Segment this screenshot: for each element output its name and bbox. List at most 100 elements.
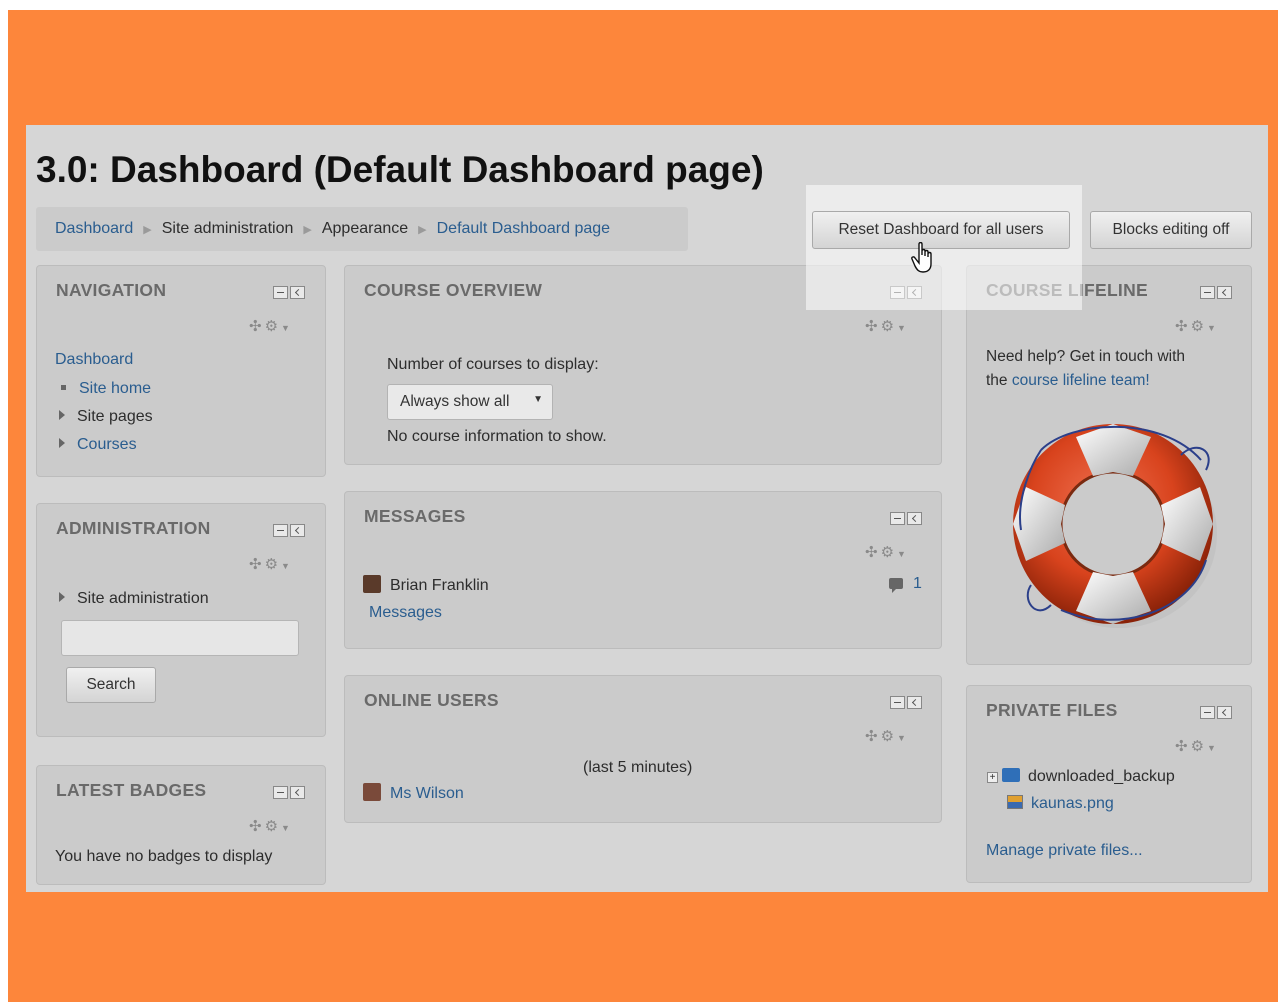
gear-icon[interactable]: ⚙▼ — [1191, 318, 1216, 335]
breadcrumb-separator-icon: ▶ — [303, 223, 312, 236]
message-sender[interactable]: Brian Franklin — [363, 575, 489, 595]
block-title: NAVIGATION — [56, 280, 167, 300]
block-controls — [890, 696, 922, 709]
nav-item-courses[interactable]: Courses — [59, 436, 137, 454]
page-title: 3.0: Dashboard (Default Dashboard page) — [36, 149, 764, 190]
breadcrumb-dashboard[interactable]: Dashboard — [55, 220, 133, 238]
lifeline-team-link[interactable]: course lifeline team! — [1012, 372, 1150, 389]
block-title: MESSAGES — [364, 506, 466, 526]
reset-dashboard-button[interactable]: Reset Dashboard for all users — [812, 211, 1070, 249]
gear-icon[interactable]: ⚙▼ — [265, 556, 290, 573]
administration-block: ADMINISTRATION ✣⚙▼ Site administration S… — [36, 503, 326, 737]
dock-icon[interactable] — [1217, 706, 1232, 719]
dock-icon[interactable] — [907, 512, 922, 525]
expand-plus-icon[interactable]: + — [987, 772, 998, 783]
move-icon[interactable]: ✣ — [865, 318, 881, 335]
course-lifeline-block: COURSE LIFELINE ✣⚙▼ Need help? Get in to… — [966, 265, 1252, 665]
block-title: COURSE OVERVIEW — [364, 280, 543, 300]
hide-icon[interactable] — [1200, 286, 1215, 299]
gear-icon[interactable]: ⚙▼ — [1191, 738, 1216, 755]
image-file-icon — [1007, 795, 1023, 809]
navigation-block: NAVIGATION ✣⚙▼ Dashboard Site home Site … — [36, 265, 326, 477]
breadcrumb-site-administration: Site administration — [161, 220, 294, 237]
online-period: (last 5 minutes) — [583, 759, 693, 776]
block-actions: ✣⚙▼ — [1175, 737, 1216, 755]
block-actions: ✣⚙▼ — [249, 555, 290, 573]
private-files-block: PRIVATE FILES ✣⚙▼ + downloaded_backup kau… — [966, 685, 1252, 883]
gear-icon[interactable]: ⚙▼ — [881, 728, 906, 745]
block-actions: ✣⚙▼ — [249, 317, 290, 335]
move-icon[interactable]: ✣ — [249, 818, 265, 835]
lifeline-the: the — [986, 372, 1012, 389]
move-icon[interactable]: ✣ — [865, 728, 881, 745]
expand-arrow-icon — [59, 592, 65, 602]
online-user[interactable]: Ms Wilson — [363, 783, 464, 803]
blocks-editing-off-button[interactable]: Blocks editing off — [1090, 211, 1252, 249]
block-title: ONLINE USERS — [364, 690, 499, 710]
block-controls — [273, 286, 305, 299]
breadcrumb-separator-icon: ▶ — [143, 223, 152, 236]
hide-icon[interactable] — [890, 696, 905, 709]
move-icon[interactable]: ✣ — [249, 556, 265, 573]
select-value: Always show all — [400, 393, 510, 410]
admin-item-label: Site administration — [77, 590, 209, 607]
admin-search-button[interactable]: Search — [66, 667, 156, 703]
move-icon[interactable]: ✣ — [1175, 738, 1191, 755]
nav-dashboard-link[interactable]: Dashboard — [55, 351, 133, 369]
messages-block: MESSAGES ✣⚙▼ Brian Franklin 1 Messages — [344, 491, 942, 649]
breadcrumb-default-dashboard[interactable]: Default Dashboard page — [437, 220, 610, 238]
nav-item-label: Courses — [77, 436, 137, 453]
hide-icon[interactable] — [273, 286, 288, 299]
gear-icon[interactable]: ⚙▼ — [265, 318, 290, 335]
dock-icon[interactable] — [290, 286, 305, 299]
breadcrumb: Dashboard ▶ Site administration ▶ Appear… — [36, 207, 688, 251]
hide-icon[interactable] — [273, 524, 288, 537]
gear-icon[interactable]: ⚙▼ — [265, 818, 290, 835]
courses-count-select[interactable]: Always show all ▼ — [387, 384, 553, 420]
badges-empty-text: You have no badges to display — [55, 848, 273, 865]
gear-icon[interactable]: ⚙▼ — [881, 544, 906, 561]
gear-icon[interactable]: ⚙▼ — [881, 318, 906, 335]
move-icon[interactable]: ✣ — [249, 318, 265, 335]
admin-search-input[interactable] — [61, 620, 299, 656]
block-actions: ✣⚙▼ — [865, 543, 906, 561]
hide-icon[interactable] — [1200, 706, 1215, 719]
latest-badges-block: LATEST BADGES ✣⚙▼ You have no badges to … — [36, 765, 326, 885]
block-title: LATEST BADGES — [56, 780, 207, 800]
avatar — [363, 575, 381, 593]
move-icon[interactable]: ✣ — [865, 544, 881, 561]
message-count[interactable]: 1 — [889, 575, 922, 593]
breadcrumb-separator-icon: ▶ — [418, 223, 427, 236]
files-file[interactable]: kaunas.png — [1007, 795, 1114, 813]
messages-link[interactable]: Messages — [369, 604, 442, 622]
block-actions: ✣⚙▼ — [865, 317, 906, 335]
dock-icon[interactable] — [907, 696, 922, 709]
dock-icon[interactable] — [290, 524, 305, 537]
nav-item-site-pages[interactable]: Site pages — [59, 408, 153, 426]
nav-item-site-home[interactable]: Site home — [59, 380, 151, 398]
block-controls — [273, 786, 305, 799]
block-controls — [273, 524, 305, 537]
lifebuoy-image — [1013, 424, 1217, 628]
block-actions: ✣⚙▼ — [865, 727, 906, 745]
block-actions: ✣⚙▼ — [249, 817, 290, 835]
expand-arrow-icon — [59, 438, 65, 448]
dock-icon[interactable] — [290, 786, 305, 799]
block-controls — [890, 512, 922, 525]
hide-icon[interactable] — [890, 512, 905, 525]
files-folder[interactable]: + downloaded_backup — [987, 768, 1175, 786]
dock-icon[interactable] — [1217, 286, 1232, 299]
no-course-info-text: No course information to show. — [387, 428, 607, 445]
move-icon[interactable]: ✣ — [1175, 318, 1191, 335]
lifeline-help-text: Need help? Get in touch with — [986, 348, 1186, 365]
lifeline-help-text-line2: the course lifeline team! — [986, 372, 1150, 390]
bullet-icon — [61, 384, 66, 390]
hide-icon[interactable] — [273, 786, 288, 799]
chevron-down-icon: ▼ — [533, 394, 543, 405]
breadcrumb-appearance: Appearance — [321, 220, 409, 237]
manage-private-files-link[interactable]: Manage private files... — [986, 842, 1143, 860]
block-actions: ✣⚙▼ — [1175, 317, 1216, 335]
block-title: ADMINISTRATION — [56, 518, 211, 538]
block-controls — [1200, 286, 1232, 299]
admin-site-administration[interactable]: Site administration — [59, 590, 209, 608]
